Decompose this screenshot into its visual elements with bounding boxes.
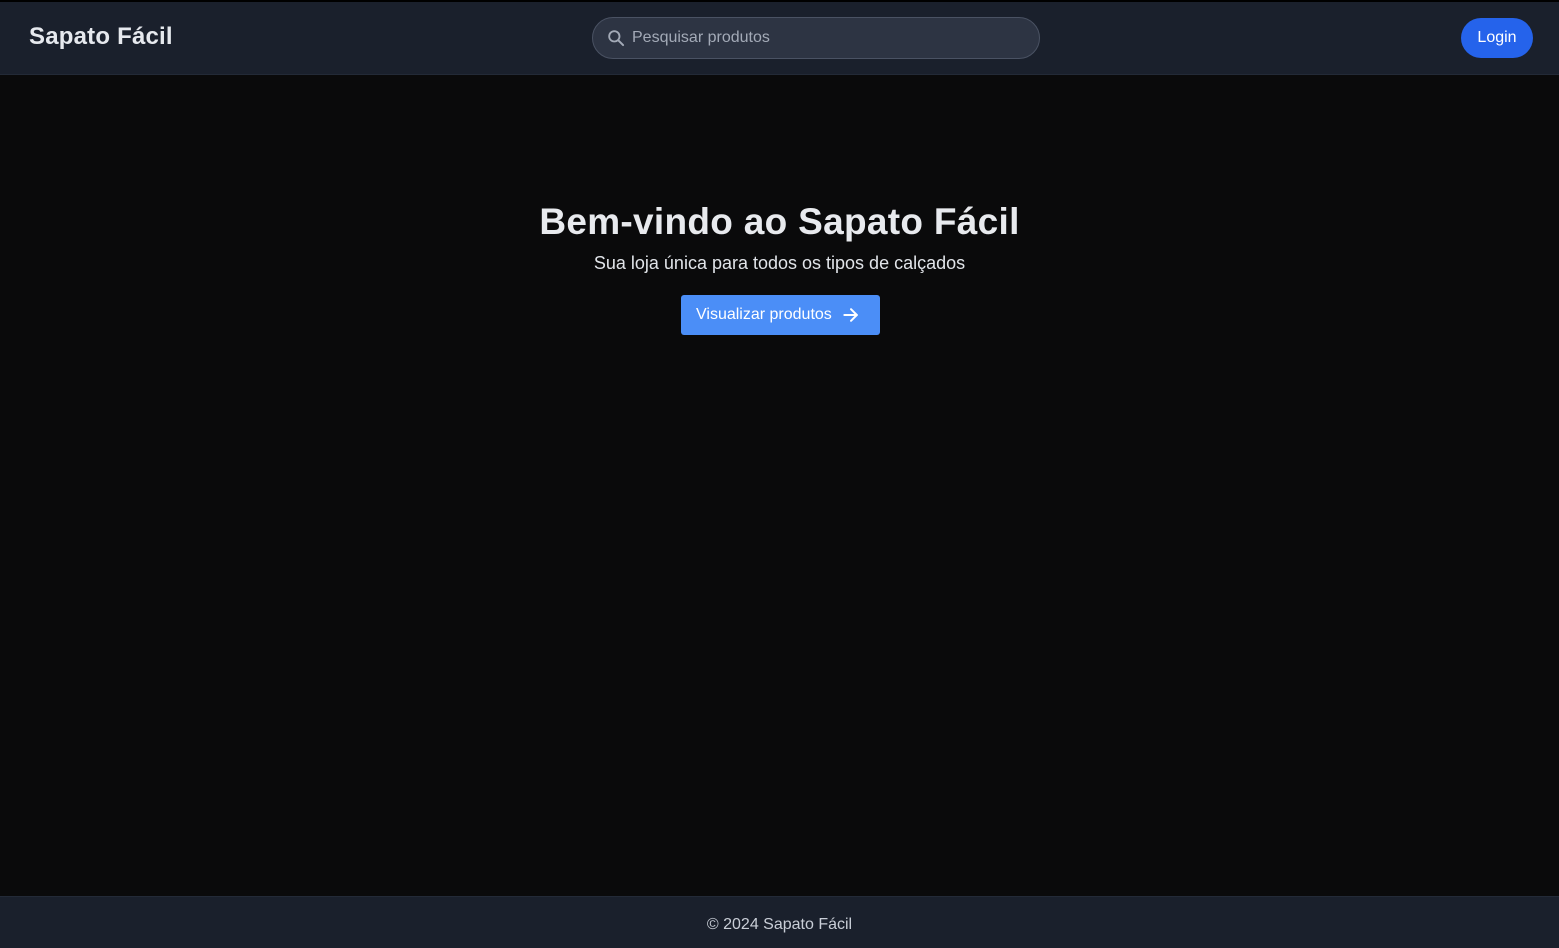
hero-section: Bem-vindo ao Sapato Fácil Sua loja única… <box>0 195 1559 274</box>
view-products-button[interactable]: Visualizar produtos <box>681 295 880 335</box>
hero-subtitle: Sua loja única para todos os tipos de ca… <box>593 253 966 273</box>
search-bar[interactable] <box>592 17 1040 59</box>
brand-logo-text[interactable]: Sapato Fácil <box>29 23 173 51</box>
footer-copyright: © 2024 Sapato Fácil <box>706 916 853 933</box>
page: Sapato Fácil Login Bem-vindo ao Sapato F… <box>0 0 1559 948</box>
view-products-label: Visualizar produtos <box>696 306 832 323</box>
search-input[interactable] <box>632 18 1027 58</box>
footer: © 2024 Sapato Fácil <box>0 896 1559 948</box>
arrow-right-icon <box>843 308 858 322</box>
login-button[interactable]: Login <box>1461 18 1533 58</box>
search-icon <box>608 30 625 47</box>
header-bar: Sapato Fácil Login <box>0 2 1559 75</box>
hero-title: Bem-vindo ao Sapato Fácil <box>539 201 1020 242</box>
